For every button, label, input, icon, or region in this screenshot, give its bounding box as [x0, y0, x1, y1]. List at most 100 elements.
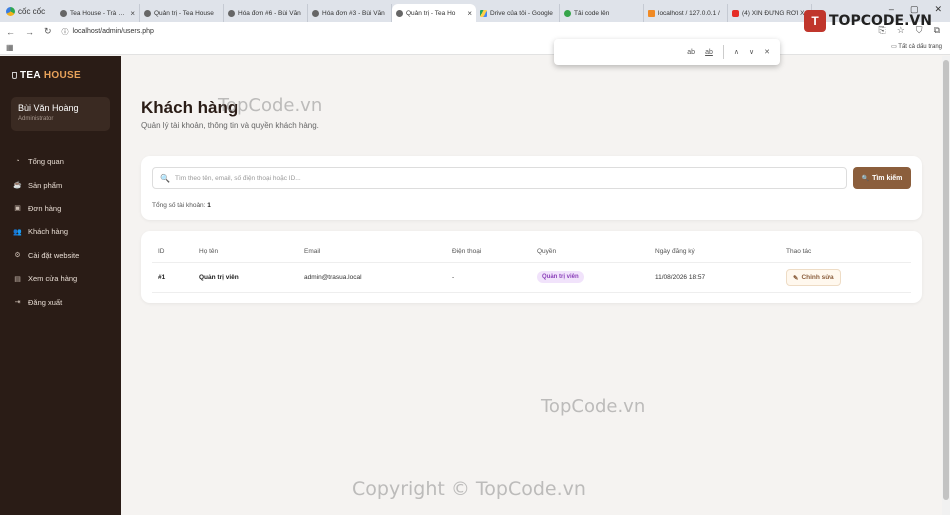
dashboard-icon: ◔ — [15, 158, 20, 166]
tab-8[interactable]: localhost / 127.0.0.1 / — [644, 4, 728, 22]
brand-main: TEA — [20, 70, 41, 81]
column-header-phone: Điện thoại — [452, 248, 482, 255]
find-previous-icon[interactable]: ∧ — [734, 48, 739, 56]
search-input[interactable] — [174, 174, 846, 182]
tab-7[interactable]: Tải code lên — [560, 4, 644, 22]
back-icon[interactable]: ← — [6, 27, 15, 37]
cell-name: Quản trị viên — [199, 274, 239, 281]
all-bookmarks-link[interactable]: ▭ Tất cả dấu trang — [891, 43, 942, 50]
divider — [722, 45, 724, 59]
sidebar-item-orders[interactable]: ▣ Đơn hàng — [13, 197, 79, 220]
sidebar-item-customers[interactable]: 👥 Khách hàng — [13, 220, 79, 243]
globe-icon — [228, 9, 235, 17]
column-header-id: ID — [158, 248, 165, 255]
column-header-role: Quyền — [537, 248, 557, 255]
row-divider — [152, 292, 911, 293]
gear-icon: ⚙ — [14, 252, 21, 260]
globe-icon — [396, 9, 403, 17]
url-text: localhost/admin/users.php — [72, 28, 154, 35]
search-card: 🔍 🔍 Tìm kiếm Tổng số tài khoản: 1 — [141, 156, 922, 220]
all-bookmarks-label: Tất cả dấu trang — [898, 44, 942, 50]
brand-accent: HOUSE — [43, 70, 81, 81]
account-count-label: Tổng số tài khoản: — [152, 202, 206, 209]
users-icon: 👥 — [13, 228, 22, 236]
close-icon[interactable]: ✕ — [764, 48, 770, 56]
customers-table: ID Họ tên Email Điện thoại Quyền Ngày đă… — [141, 231, 922, 303]
cell-id: #1 — [158, 274, 166, 281]
column-header-email: Email — [304, 248, 321, 255]
sidebar-item-products[interactable]: ☕ Sản phẩm — [13, 173, 79, 196]
sidebar-item-label: Đăng xuất — [28, 297, 63, 307]
upload-icon — [564, 9, 571, 17]
account-count-value: 1 — [207, 202, 211, 209]
role-badge: Quản trị viên — [537, 271, 584, 283]
header-divider — [152, 262, 911, 263]
tab-2[interactable]: Quản trị - Tea House — [140, 4, 224, 22]
drive-icon — [480, 9, 487, 17]
close-window-icon[interactable]: ✕ — [934, 4, 942, 15]
search-icon: 🔍 — [160, 173, 170, 183]
sidebar-item-label: Cài đặt website — [28, 250, 80, 260]
tab-label: Quản trị - Tea Ho — [406, 9, 456, 17]
search-button-label: Tìm kiếm — [872, 174, 903, 182]
column-header-name: Họ tên — [199, 248, 219, 255]
find-next-icon[interactable]: ∨ — [749, 48, 754, 56]
tab-1[interactable]: Tea House - Trà sữa ng× — [56, 4, 140, 22]
phpmyadmin-icon — [648, 9, 655, 17]
globe-icon — [144, 9, 151, 17]
tab-9[interactable]: (4) XIN ĐỪNG RỜI X — [728, 4, 812, 22]
sidebar-item-store[interactable]: ▤ Xem cửa hàng — [13, 267, 79, 290]
scrollbar-thumb[interactable] — [943, 60, 949, 500]
user-role: Administrator — [18, 116, 54, 122]
column-header-actions: Thao tác — [786, 248, 812, 255]
match-case-toggle[interactable]: ab — [687, 49, 695, 56]
browser-brand-label: cốc cốc — [18, 6, 46, 16]
sidebar-item-label: Khách hàng — [28, 227, 69, 237]
sidebar-item-settings[interactable]: ⚙ Cài đặt website — [13, 244, 79, 267]
tab-label: Hóa đơn #6 - Bùi Văn — [238, 9, 301, 17]
search-box: 🔍 — [152, 167, 847, 189]
tab-3[interactable]: Hóa đơn #6 - Bùi Văn — [224, 4, 308, 22]
tab-label: Quản trị - Tea House — [154, 9, 214, 17]
topcode-logo-text: TOPCODE.VN — [829, 13, 932, 29]
sidebar-item-label: Đơn hàng — [28, 203, 62, 213]
tab-label: (4) XIN ĐỪNG RỜI X — [742, 9, 805, 17]
search-button[interactable]: 🔍 Tìm kiếm — [853, 167, 911, 189]
search-icon: 🔍 — [861, 175, 870, 182]
sidebar-nav: ◔ Tổng quan ☕ Sản phẩm ▣ Đơn hàng 👥 Khách hà… — [13, 150, 79, 314]
extensions-icon[interactable]: ⧉ — [934, 25, 940, 36]
user-name: Bùi Văn Hoàng — [18, 103, 79, 113]
tab-4[interactable]: Hóa đơn #3 - Bùi Văn — [308, 4, 392, 22]
whole-word-toggle[interactable]: ab — [705, 49, 713, 56]
logout-icon: ⇥ — [14, 299, 21, 307]
cell-date: 11/08/2026 18:57 — [655, 274, 706, 281]
browser-brand[interactable]: cốc cốc — [0, 6, 56, 16]
pencil-icon: ✎ — [793, 274, 799, 282]
url-field[interactable]: ⓘ localhost/admin/users.php — [62, 27, 154, 37]
globe-icon — [60, 9, 67, 17]
tab-label: Hóa đơn #3 - Bùi Văn — [322, 9, 385, 17]
close-icon[interactable]: × — [130, 9, 135, 18]
site-info-icon[interactable]: ⓘ — [62, 27, 69, 37]
box-icon: ▣ — [14, 205, 21, 213]
tab-label: Drive của tôi - Google — [490, 9, 553, 17]
main-content: Khách hàng Quản lý tài khoản, thông tin … — [121, 56, 942, 515]
coccoc-logo-icon — [6, 6, 15, 16]
forward-icon[interactable]: → — [25, 27, 34, 37]
edit-button[interactable]: ✎ Chỉnh sửa — [786, 269, 841, 286]
sidebar: TEA HOUSE Bùi Văn Hoàng Administrator ◔ Tổ… — [0, 56, 121, 515]
sidebar-brand[interactable]: TEA HOUSE — [12, 70, 81, 81]
edit-button-label: Chỉnh sửa — [801, 274, 834, 281]
reload-icon[interactable]: ↻ — [44, 26, 52, 37]
apps-grid-icon[interactable]: ▦ — [6, 43, 14, 52]
sidebar-item-label: Tổng quan — [28, 157, 64, 167]
sidebar-item-logout[interactable]: ⇥ Đăng xuất — [13, 290, 79, 313]
tab-label: Tải code lên — [574, 9, 610, 17]
tab-5-active[interactable]: Quản trị - Tea Ho × — [392, 4, 476, 22]
tab-6[interactable]: Drive của tôi - Google — [476, 4, 560, 22]
close-icon[interactable]: × — [467, 9, 472, 18]
page-title: Khách hàng — [141, 98, 239, 117]
sidebar-item-dashboard[interactable]: ◔ Tổng quan — [13, 150, 79, 173]
page-subtitle: Quản lý tài khoản, thông tin và quyền kh… — [141, 121, 319, 130]
globe-icon — [312, 9, 319, 17]
